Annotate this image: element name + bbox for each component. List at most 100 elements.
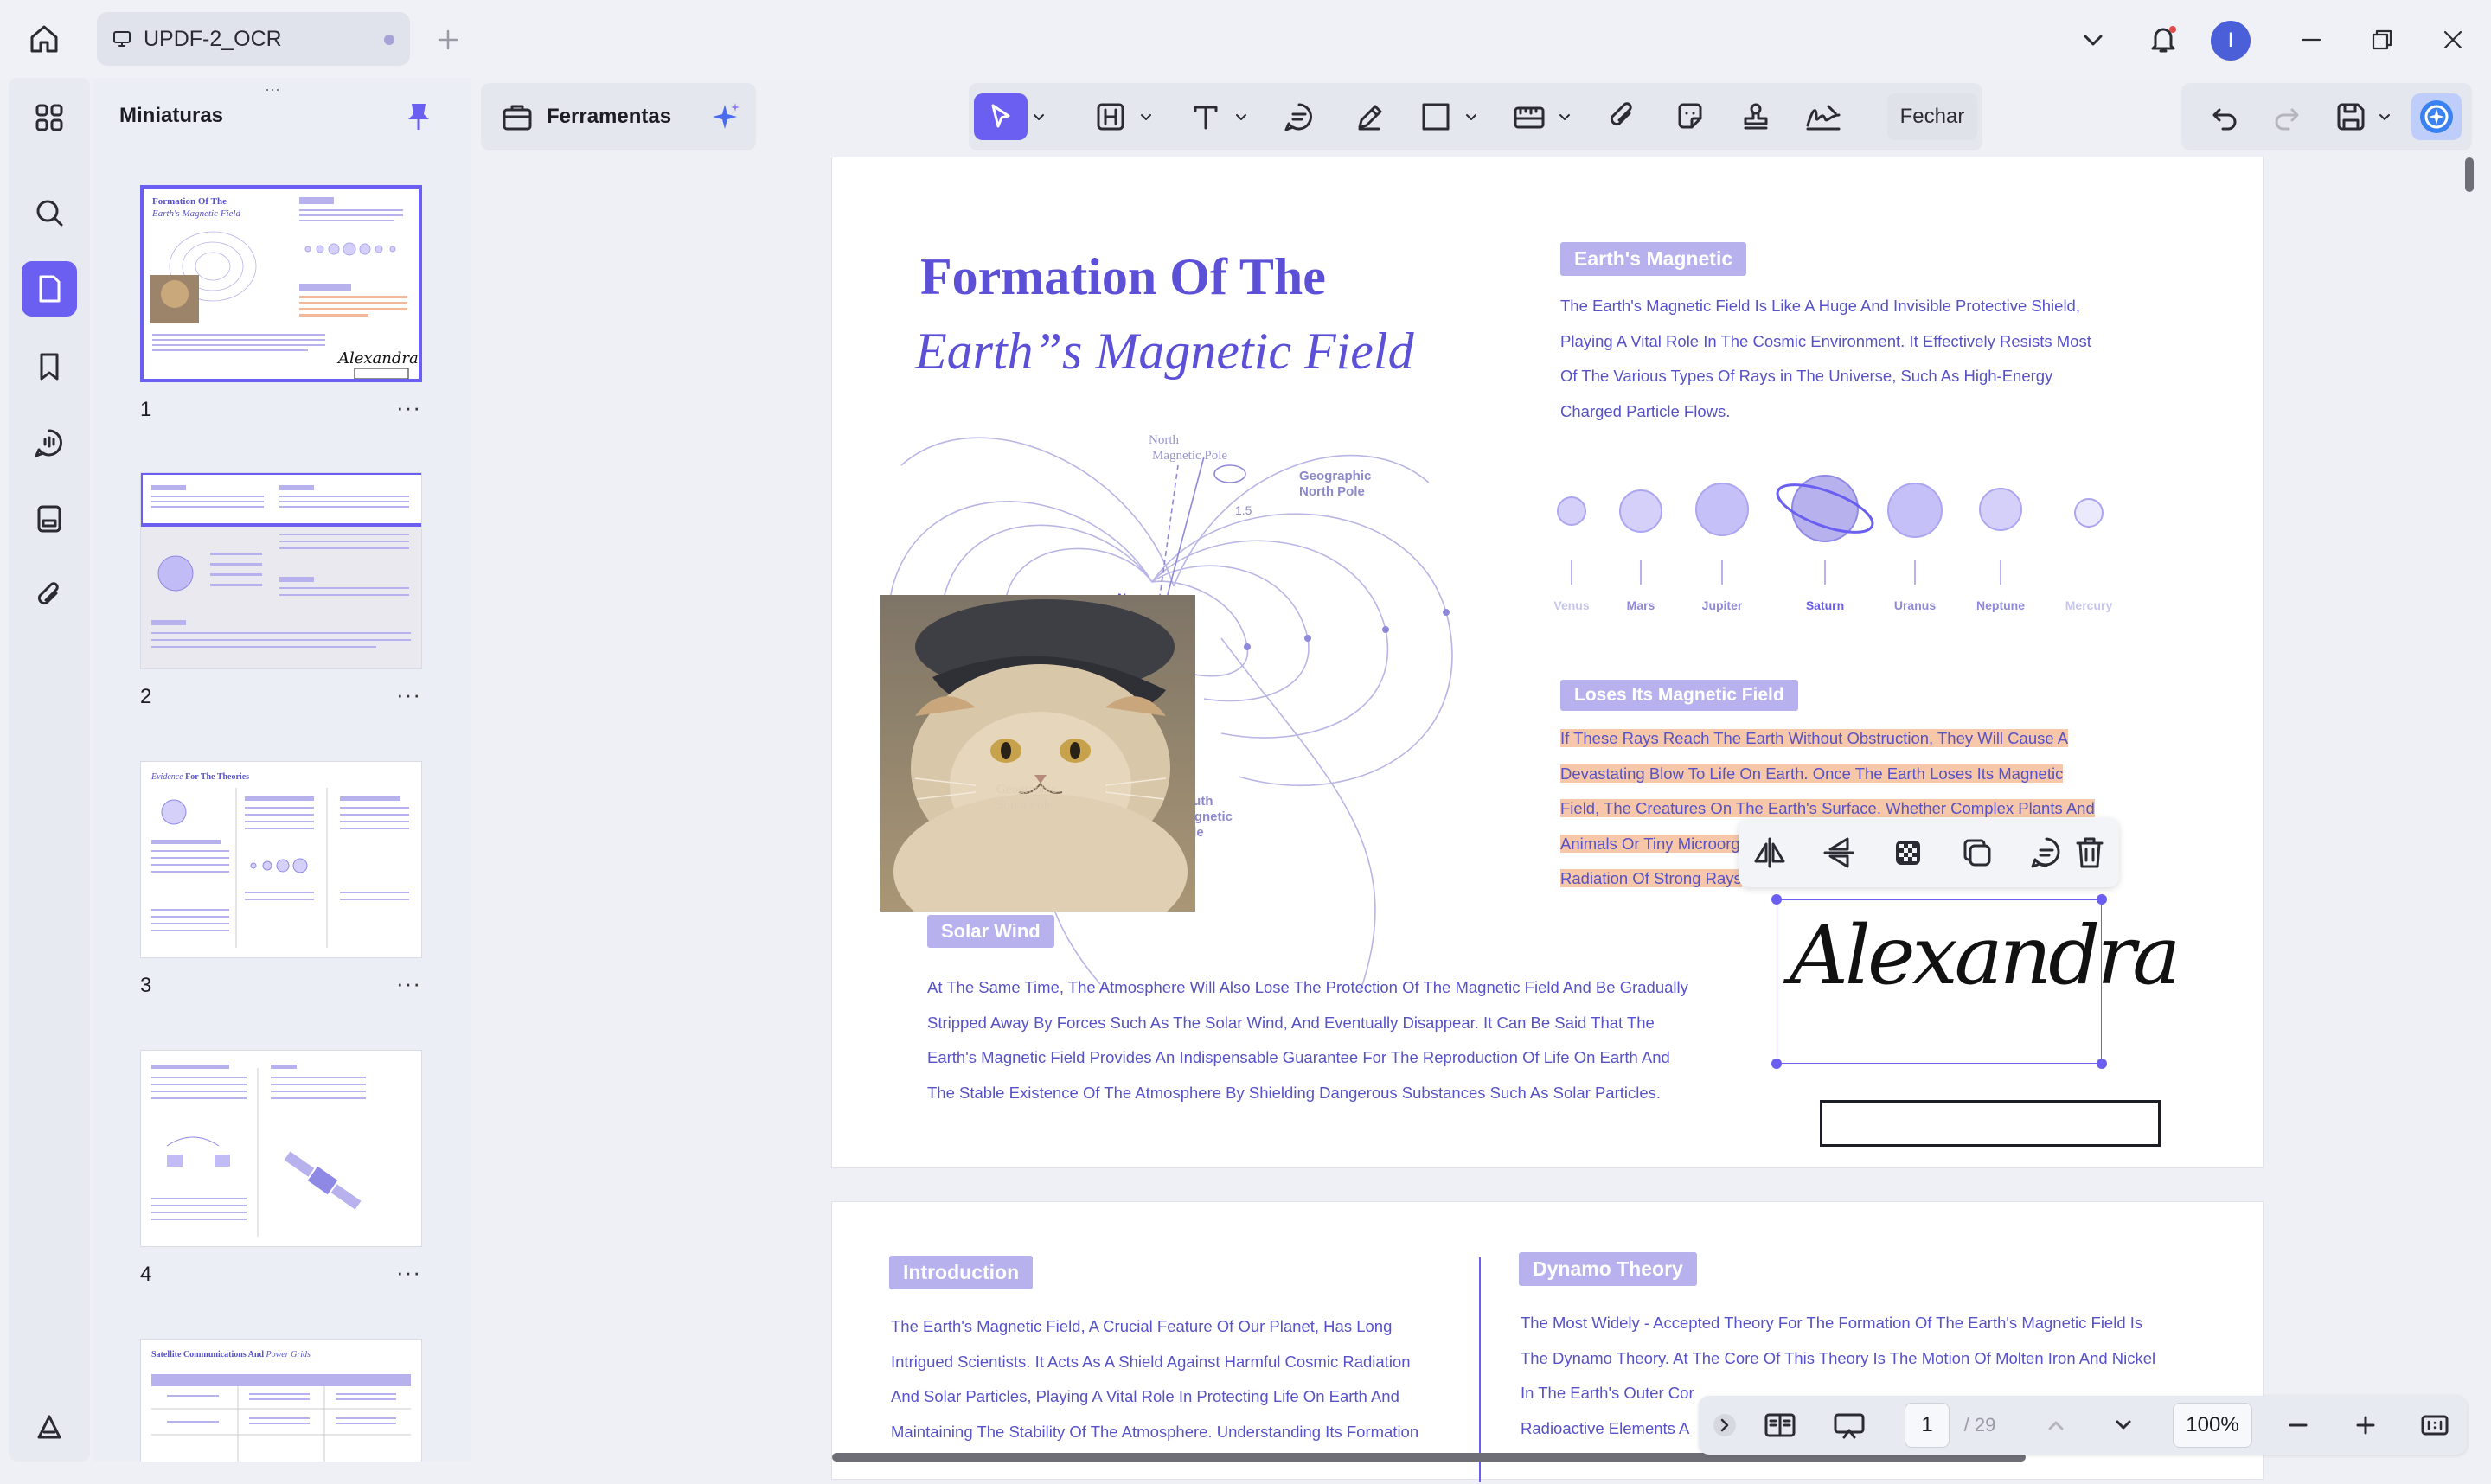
page-thumbnail-4[interactable]: [140, 1050, 422, 1247]
actual-size-icon[interactable]: [2413, 1403, 2456, 1448]
tools-button[interactable]: Ferramentas: [481, 83, 756, 150]
next-page-icon[interactable]: [2102, 1403, 2145, 1448]
close-toolbar-button[interactable]: Fechar: [1887, 93, 1977, 140]
document-tab[interactable]: UPDF-2_OCR: [97, 12, 410, 66]
theme-icon[interactable]: [22, 1399, 77, 1455]
minimize-icon[interactable]: [2292, 22, 2330, 57]
page-thumbnail-1[interactable]: Formation Of The Earth's Magnetic Field …: [140, 185, 422, 382]
stamp-tool-icon[interactable]: [1732, 93, 1780, 140]
thumbnail-number: 4: [140, 1263, 152, 1286]
text-tool-icon[interactable]: [1181, 93, 1230, 140]
save-icon[interactable]: [2328, 93, 2373, 140]
section-heading-solar-wind: Solar Wind: [927, 915, 1054, 948]
thumbnail-more-button[interactable]: ···: [396, 1259, 421, 1286]
bookmark-icon[interactable]: [22, 339, 77, 394]
bell-icon[interactable]: [2143, 19, 2183, 59]
resize-handle[interactable]: [1771, 894, 1782, 905]
signature-tool-icon[interactable]: [1799, 93, 1847, 140]
unsaved-dot: [384, 35, 394, 45]
grid-icon[interactable]: [22, 90, 77, 145]
thumbnail-number: 1: [140, 398, 152, 421]
collapse-nav-icon[interactable]: [1707, 1403, 1742, 1448]
resize-handle[interactable]: [2097, 1059, 2107, 1069]
chevron-down-icon[interactable]: [2076, 24, 2110, 55]
planet-mars: [1619, 489, 1662, 533]
comments-icon[interactable]: [22, 415, 77, 470]
thumbnail-more-button[interactable]: ···: [396, 394, 421, 421]
chevron-down-icon[interactable]: [1460, 93, 1482, 140]
page-thumbnail-5[interactable]: Satellite Communications And Power Grids: [140, 1339, 422, 1462]
ai-assistant-icon[interactable]: [2411, 93, 2462, 140]
resize-handle[interactable]: [1771, 1059, 1782, 1069]
page-subtitle: Earth”s Magnetic Field: [915, 323, 1414, 380]
pin-icon[interactable]: [405, 100, 432, 133]
current-page-input[interactable]: 1: [1905, 1403, 1950, 1448]
attachment-tool-icon[interactable]: [1598, 93, 1647, 140]
planet-label-mercury: Mercury: [2065, 598, 2113, 612]
attachment-icon[interactable]: [22, 567, 77, 623]
page-layout-icon[interactable]: [1756, 1403, 1804, 1448]
rectangle-tool-icon[interactable]: [1412, 93, 1460, 140]
redo-icon[interactable]: [2264, 93, 2309, 140]
thumbnail-number: 2: [140, 685, 152, 708]
undo-icon[interactable]: [2202, 93, 2247, 140]
planet-saturn: [1776, 475, 1874, 542]
ai-sparkle-icon[interactable]: [708, 99, 742, 134]
vertical-scrollbar[interactable]: [2465, 157, 2474, 192]
drag-handle[interactable]: ⋯: [265, 81, 280, 99]
plus-icon[interactable]: [432, 24, 464, 55]
signature-text: Alexandra: [1790, 909, 2180, 1003]
introduction-text: The Earth's Magnetic Field, A Crucial Fe…: [891, 1317, 1419, 1441]
chevron-down-icon[interactable]: [2373, 93, 2396, 140]
page-thumbnail-2[interactable]: [140, 472, 422, 669]
zoom-level[interactable]: 100%: [2173, 1403, 2252, 1448]
measure-tool-icon[interactable]: [1505, 93, 1553, 140]
thumbnails-icon[interactable]: [22, 261, 77, 317]
cat-image[interactable]: [880, 595, 1195, 912]
svg-text:Earth's Magnetic Field: Earth's Magnetic Field: [151, 208, 240, 219]
select-tool-icon[interactable]: [974, 93, 1028, 140]
planet-jupiter: [1695, 483, 1749, 536]
avatar[interactable]: I: [2211, 21, 2251, 61]
flip-vertical-icon[interactable]: [1820, 834, 1858, 872]
comment-icon[interactable]: [2027, 834, 2065, 872]
section-heading-introduction: Introduction: [889, 1256, 1034, 1289]
copy-icon[interactable]: [1958, 834, 1996, 872]
signature-image-selected[interactable]: Alexandra: [1771, 894, 2180, 1069]
sticker-tool-icon[interactable]: [1666, 93, 1714, 140]
transparency-icon[interactable]: [1889, 834, 1927, 872]
chevron-down-icon[interactable]: [1028, 93, 1050, 140]
restore-icon[interactable]: [2363, 22, 2401, 57]
close-icon[interactable]: [2434, 22, 2472, 57]
planet-uranus: [1887, 483, 1943, 538]
delete-icon[interactable]: [2071, 834, 2109, 872]
thumbnail-more-button[interactable]: ···: [396, 970, 421, 997]
pencil-tool-icon[interactable]: [1346, 93, 1394, 140]
empty-text-box[interactable]: [1820, 1100, 2161, 1147]
forms-icon[interactable]: [22, 491, 77, 547]
title-bar: UPDF-2_OCR I: [0, 0, 2491, 78]
chevron-down-icon[interactable]: [1553, 93, 1576, 140]
diagram-label-geographic-north-pole: Geographic North Pole: [1299, 469, 1372, 499]
planet-label-uranus: Uranus: [1893, 598, 1937, 612]
comment-tool-icon[interactable]: [1275, 93, 1323, 140]
document-tab-label: UPDF-2_OCR: [144, 26, 282, 51]
zoom-in-icon[interactable]: [2344, 1403, 2387, 1448]
home-icon[interactable]: [24, 19, 64, 59]
section-heading-dynamo-theory: Dynamo Theory: [1519, 1252, 1697, 1286]
search-icon[interactable]: [22, 185, 77, 240]
highlight-tool-icon[interactable]: [1086, 93, 1135, 140]
planet-ticks: [1571, 560, 2001, 585]
presentation-icon[interactable]: [1825, 1403, 1873, 1448]
thumbnail-more-button[interactable]: ···: [396, 681, 421, 708]
chevron-down-icon[interactable]: [1230, 93, 1252, 140]
page-thumbnail-3[interactable]: Evidence For The Theories: [140, 761, 422, 958]
svg-text:Alexandra: Alexandra: [336, 349, 419, 368]
previous-page-icon[interactable]: [2034, 1403, 2078, 1448]
chevron-down-icon[interactable]: [1135, 93, 1157, 140]
flip-horizontal-icon[interactable]: [1751, 834, 1789, 872]
resize-handle[interactable]: [2097, 894, 2107, 905]
zoom-out-icon[interactable]: [2276, 1403, 2320, 1448]
planet-label-neptune: Neptune: [1976, 598, 2025, 612]
planet-label-mars: Mars: [1626, 598, 1655, 612]
